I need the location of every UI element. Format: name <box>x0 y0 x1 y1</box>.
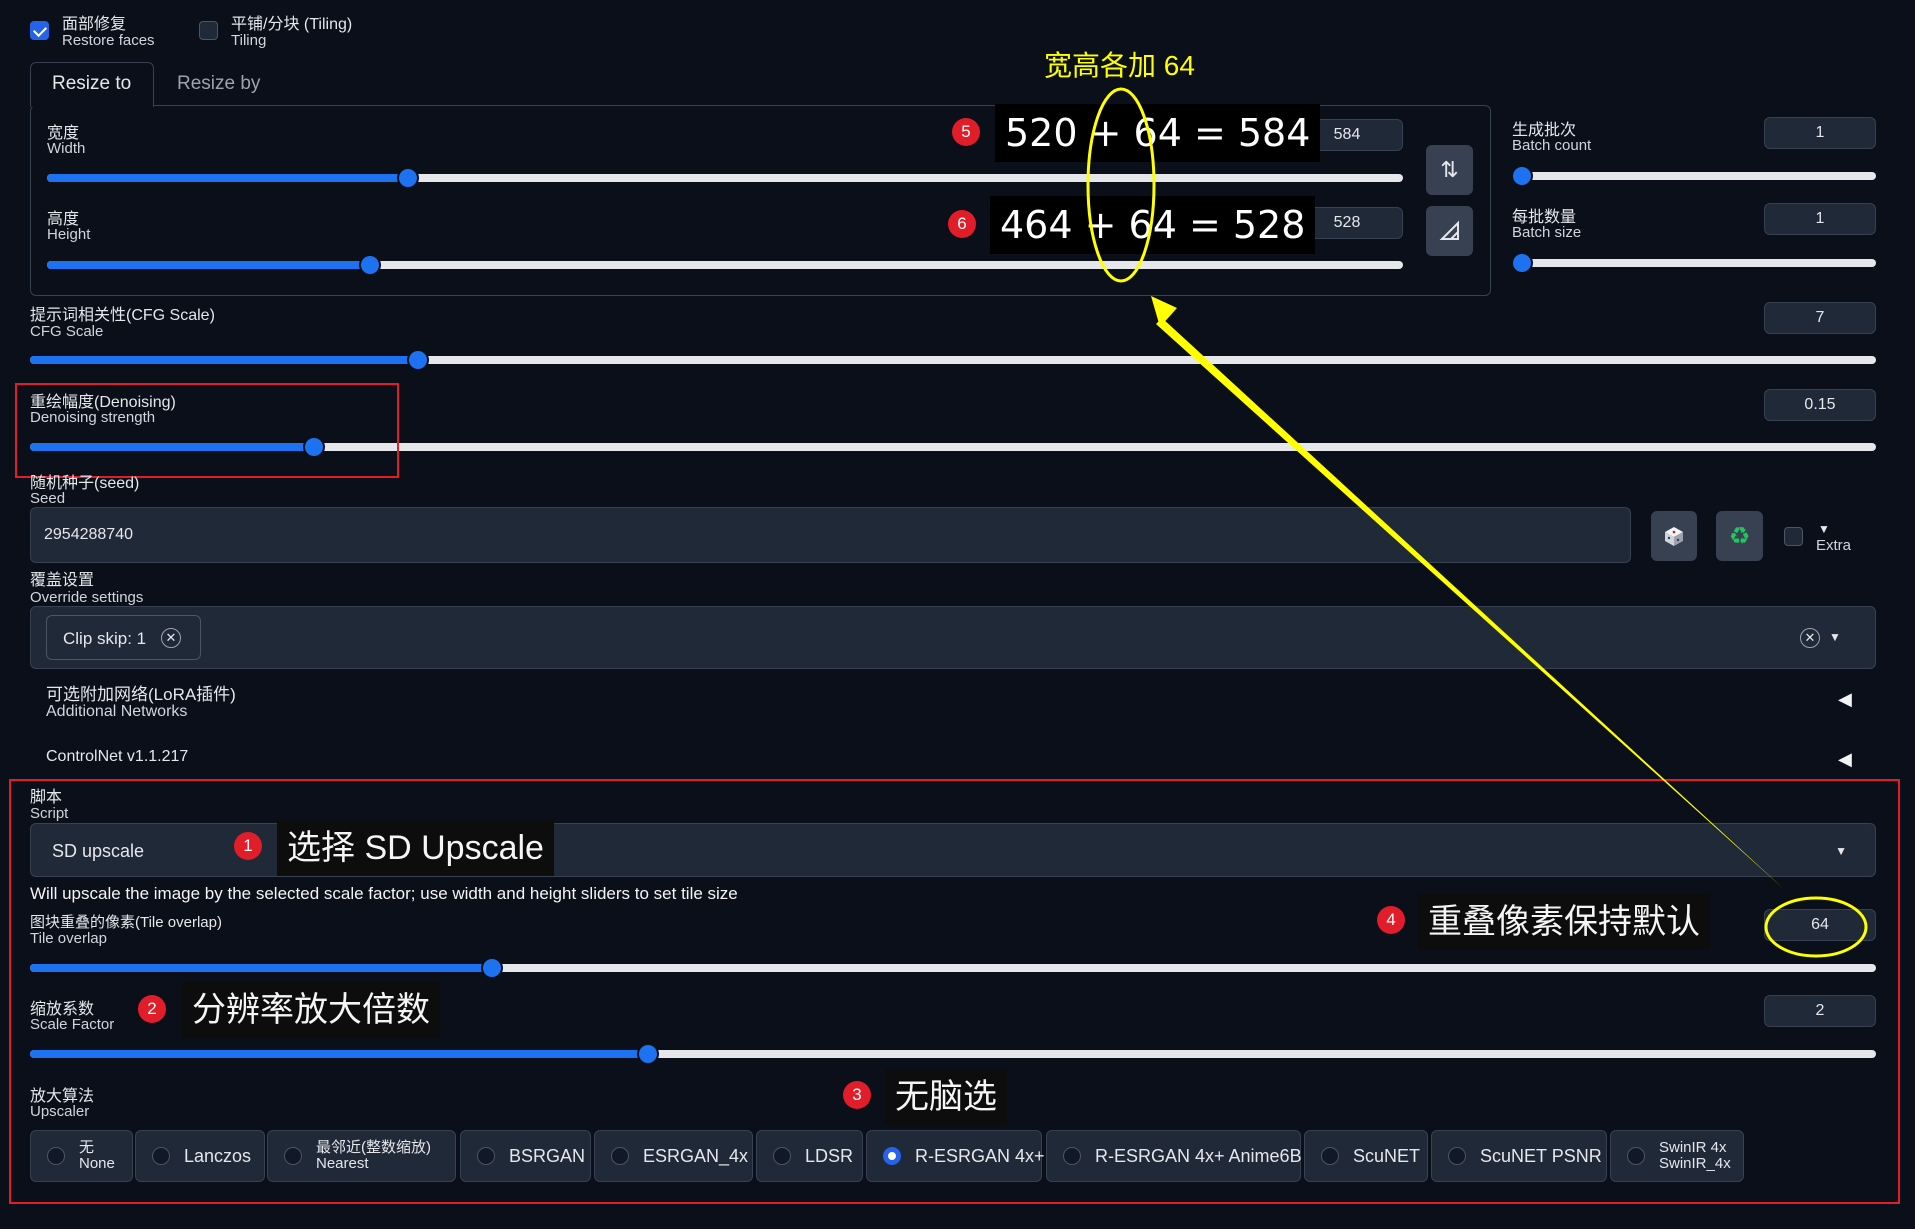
annotation-circle-64 <box>1086 87 1156 283</box>
annotation-overlay <box>1086 87 1868 958</box>
annotation-arrow <box>1156 318 1785 890</box>
annotation-circle-tile-overlap <box>1764 896 1868 958</box>
annotation-arrow-head <box>1151 296 1177 327</box>
tab-resize-to-label: Resize to <box>52 73 132 94</box>
